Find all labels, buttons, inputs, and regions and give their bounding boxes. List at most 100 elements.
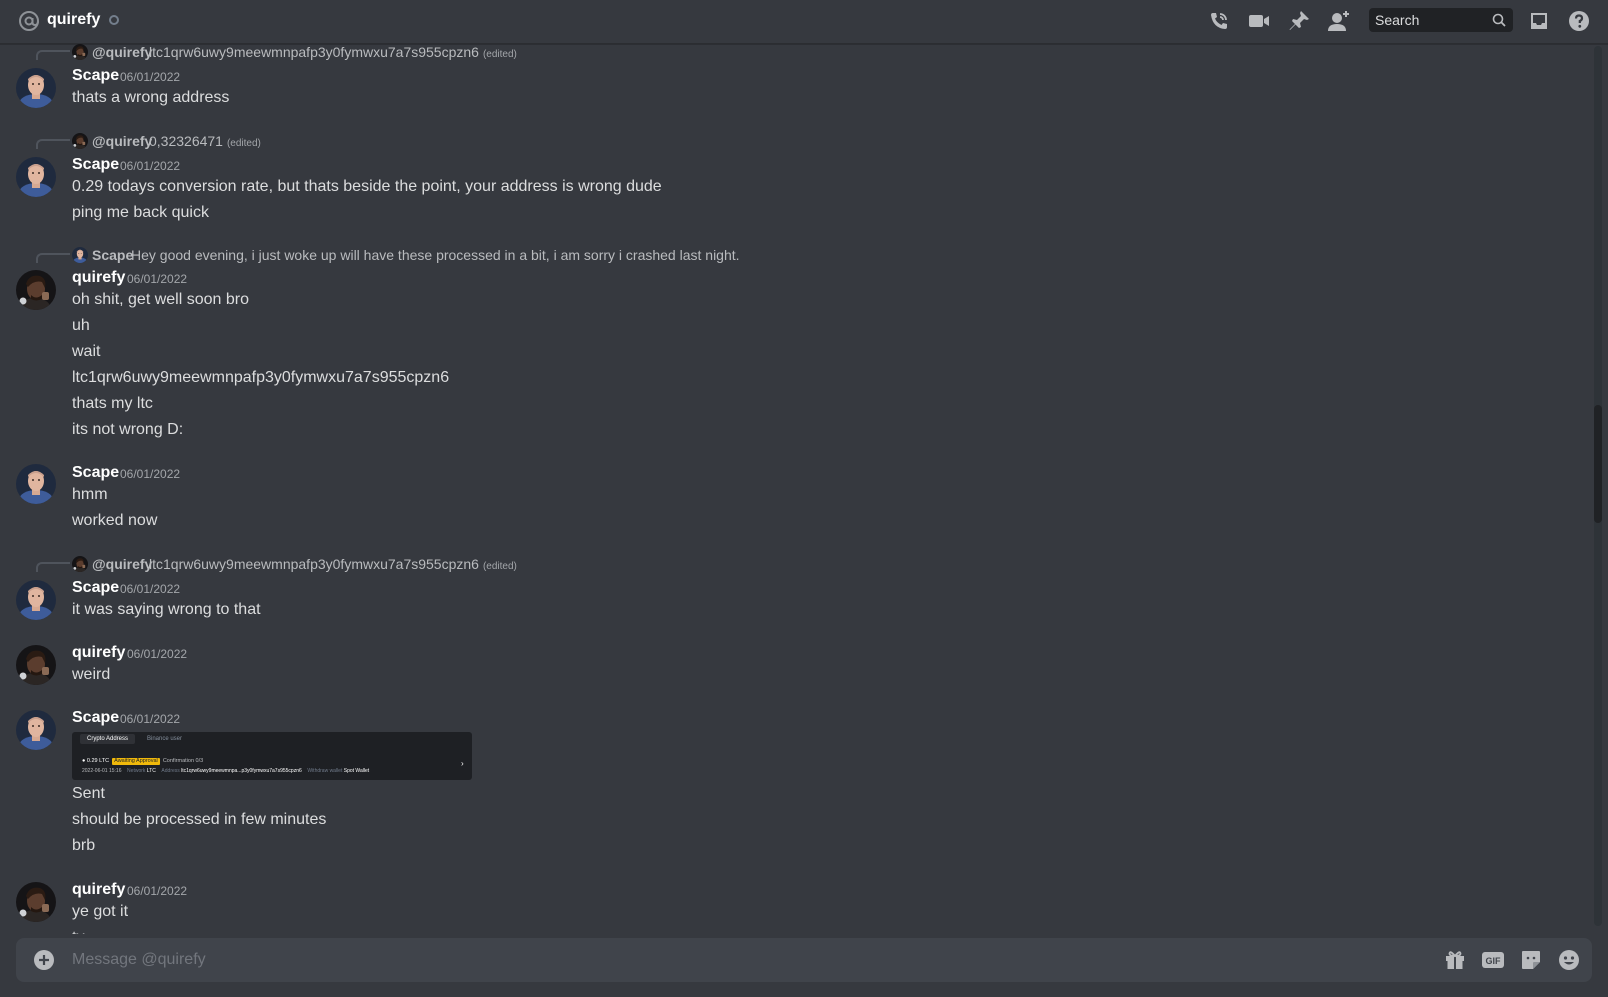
message-text: ping me back quick xyxy=(72,204,209,221)
message-author[interactable]: Scape xyxy=(72,66,119,86)
reply-author[interactable]: @quirefy xyxy=(92,556,152,572)
reply-preview[interactable]: ltc1qrw6uwy9meewmnpafp3y0fymwxu7a7s955cp… xyxy=(149,556,517,575)
reply-preview-text: ltc1qrw6uwy9meewmnpafp3y0fymwxu7a7s955cp… xyxy=(149,556,479,572)
avatar[interactable] xyxy=(16,157,56,197)
message-text: should be processed in few minutes xyxy=(72,811,327,828)
reply-preview[interactable]: 0,32326471 (edited) xyxy=(149,133,261,152)
message-text: 0.29 todays conversion rate, but thats b… xyxy=(72,178,662,195)
message-timestamp: 06/01/2022 xyxy=(120,712,181,726)
attachment-address-value: ltc1qrw6uwy9meewmnpa...p3y0fymwxu7a7s955… xyxy=(181,768,302,774)
message-text: weird xyxy=(72,666,111,683)
attachment-date: 2022-06-01 15:16 xyxy=(82,768,122,774)
message-text: ye got it xyxy=(72,903,129,920)
message-author[interactable]: Scape xyxy=(72,578,119,598)
scrollbar-thumb[interactable] xyxy=(1594,405,1602,523)
message-composer: GIF xyxy=(16,938,1592,982)
video-icon[interactable] xyxy=(1247,9,1271,33)
message-text: wait xyxy=(72,343,101,360)
emoji-icon[interactable] xyxy=(1557,948,1581,972)
avatar[interactable] xyxy=(16,882,56,922)
message-text: worked now xyxy=(72,512,158,529)
message-text: brb xyxy=(72,837,96,854)
message-text: ty xyxy=(72,928,84,934)
coin-icon: ● xyxy=(82,758,86,764)
at-icon xyxy=(19,11,39,31)
attachment-confirmation: Confirmation 0/3 xyxy=(162,758,204,764)
reply-preview-text: 0,32326471 xyxy=(149,133,223,149)
reply-preview[interactable]: Hey good evening, i just woke up will ha… xyxy=(131,247,740,263)
reply-spine xyxy=(36,253,70,263)
reply-spine xyxy=(36,50,70,60)
reply-avatar xyxy=(72,44,88,60)
message-author[interactable]: Scape xyxy=(72,155,119,175)
image-attachment[interactable]: Crypto Address Binance user ● 0.29 LTC A… xyxy=(72,732,472,780)
message-text: its not wrong D: xyxy=(72,421,184,438)
reply-author[interactable]: @quirefy xyxy=(92,133,152,149)
message-list[interactable]: @quirefy ltc1qrw6uwy9meewmnpafp3y0fymwxu… xyxy=(0,44,1596,934)
attachment-tab-crypto-address: Crypto Address xyxy=(80,734,136,744)
chevron-right-icon: › xyxy=(461,759,464,768)
status-offline-indicator xyxy=(109,15,119,25)
edited-label: (edited) xyxy=(226,138,261,149)
avatar[interactable] xyxy=(16,580,56,620)
message-author[interactable]: Scape xyxy=(72,708,119,728)
reply-preview-text: ltc1qrw6uwy9meewmnpafp3y0fymwxu7a7s955cp… xyxy=(149,44,479,60)
message-timestamp: 06/01/2022 xyxy=(127,647,188,661)
message-timestamp: 06/01/2022 xyxy=(127,884,188,898)
message-author[interactable]: quirefy xyxy=(72,880,125,900)
attachment-amount: 0.29 LTC xyxy=(86,758,110,764)
reply-avatar xyxy=(72,556,88,572)
avatar[interactable] xyxy=(16,710,56,750)
plus-circle-icon[interactable] xyxy=(32,948,56,972)
avatar[interactable] xyxy=(16,645,56,685)
reply-preview[interactable]: ltc1qrw6uwy9meewmnpafp3y0fymwxu7a7s955cp… xyxy=(149,44,517,63)
message-timestamp: 06/01/2022 xyxy=(120,159,181,173)
svg-text:GIF: GIF xyxy=(1486,956,1502,966)
reply-spine xyxy=(36,139,70,149)
message-author[interactable]: quirefy xyxy=(72,268,125,288)
attachment-details-row: 2022-06-01 15:16 Network LTC Address ltc… xyxy=(82,768,369,775)
message-text: oh shit, get well soon bro xyxy=(72,291,249,308)
attachment-address-label: Address xyxy=(161,768,180,774)
edited-label: (edited) xyxy=(482,49,517,60)
attachment-network-value: LTC xyxy=(146,768,156,774)
attachment-tab-binance-user: Binance user xyxy=(147,736,183,742)
attachment-amount-row: ● 0.29 LTC Awaiting Approval Confirmatio… xyxy=(82,758,203,765)
message-text: ltc1qrw6uwy9meewmnpafp3y0fymwxu7a7s955cp… xyxy=(72,369,450,386)
message-text: uh xyxy=(72,317,90,334)
reply-author[interactable]: Scape xyxy=(92,247,133,263)
search-icon xyxy=(1492,13,1506,27)
message-author[interactable]: quirefy xyxy=(72,643,125,663)
message-text: Sent xyxy=(72,785,105,802)
message-text: it was saying wrong to that xyxy=(72,601,261,618)
inbox-icon[interactable] xyxy=(1527,9,1551,33)
channel-title: quirefy xyxy=(47,11,101,28)
reply-avatar xyxy=(72,247,88,263)
avatar[interactable] xyxy=(16,464,56,504)
sticker-icon[interactable] xyxy=(1519,948,1543,972)
pin-icon[interactable] xyxy=(1287,9,1311,33)
gif-icon[interactable]: GIF xyxy=(1481,948,1505,972)
avatar[interactable] xyxy=(16,270,56,310)
reply-avatar xyxy=(72,133,88,149)
call-icon[interactable] xyxy=(1207,9,1231,33)
avatar[interactable] xyxy=(16,68,56,108)
message-timestamp: 06/01/2022 xyxy=(127,272,188,286)
help-icon[interactable] xyxy=(1567,9,1591,33)
gift-icon[interactable] xyxy=(1443,948,1467,972)
attachment-wallet-value: Spot Wallet xyxy=(343,768,370,774)
message-text: thats my ltc xyxy=(72,395,153,412)
message-author[interactable]: Scape xyxy=(72,463,119,483)
search-input[interactable]: Search xyxy=(1369,8,1513,32)
add-friend-icon[interactable] xyxy=(1327,9,1351,33)
message-timestamp: 06/01/2022 xyxy=(120,582,181,596)
message-timestamp: 06/01/2022 xyxy=(120,467,181,481)
edited-label: (edited) xyxy=(482,561,517,572)
attachment-network-label: Network xyxy=(127,768,146,774)
reply-author[interactable]: @quirefy xyxy=(92,44,152,60)
message-text: thats a wrong address xyxy=(72,89,230,106)
attachment-status-badge: Awaiting Approval xyxy=(112,758,160,765)
attachment-wallet-label: Withdraw wallet xyxy=(307,768,343,774)
message-timestamp: 06/01/2022 xyxy=(120,70,181,84)
message-input[interactable] xyxy=(72,950,1372,970)
